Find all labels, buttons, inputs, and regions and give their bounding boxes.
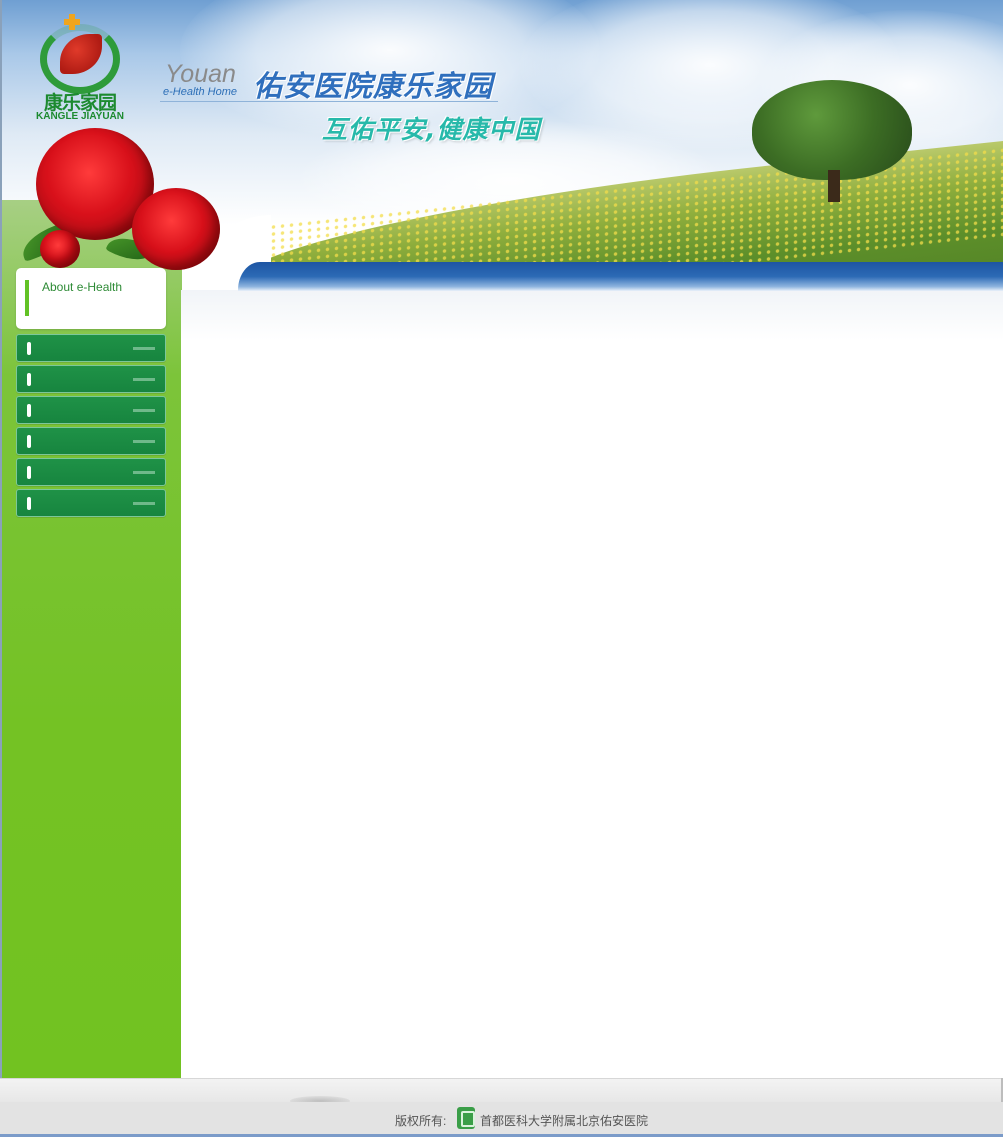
- roses-illustration: [17, 120, 230, 280]
- menu-dash-icon: [133, 440, 155, 443]
- about-ehealth-label: About e-Health: [42, 280, 123, 294]
- sidebar-menu-item-2[interactable]: [16, 365, 166, 393]
- sidebar-menu-item-4[interactable]: [16, 427, 166, 455]
- main-content: [181, 290, 1003, 1080]
- sidebar-menu-item-6[interactable]: [16, 489, 166, 517]
- sidebar-menu-item-3[interactable]: [16, 396, 166, 424]
- medical-cross-icon: [64, 14, 80, 30]
- about-ehealth-box[interactable]: About e-Health: [16, 268, 166, 329]
- site-logo[interactable]: 康乐家园 KANGLE JIAYUAN: [34, 14, 126, 122]
- footer-top-band: [0, 1078, 1003, 1102]
- copyright-hospital-name[interactable]: 首都医科大学附属北京佑安医院: [480, 1112, 648, 1129]
- menu-dash-icon: [133, 502, 155, 505]
- logo-text-en: KANGLE JIAYUAN: [36, 111, 124, 122]
- hospital-emblem-icon: [457, 1107, 475, 1129]
- menu-pip-icon: [27, 404, 31, 417]
- menu-dash-icon: [133, 471, 155, 474]
- menu-dash-icon: [133, 347, 155, 350]
- sidebar-background: [0, 200, 182, 1080]
- about-accent-bar: [25, 280, 29, 316]
- tree-illustration: [752, 80, 912, 205]
- title-underline: [160, 101, 498, 102]
- site-slogan: 互佑平安,健康中国: [322, 115, 541, 144]
- menu-pip-icon: [27, 466, 31, 479]
- content-top-fade: [181, 290, 1003, 340]
- copyright-label: 版权所有:: [395, 1114, 447, 1128]
- site-title-cn: 佑安医院康乐家园: [253, 69, 494, 103]
- menu-dash-icon: [133, 378, 155, 381]
- sidebar-menu-item-5[interactable]: [16, 458, 166, 486]
- page-left-border: [0, 0, 2, 1080]
- menu-pip-icon: [27, 373, 31, 386]
- title-ehealth-home: e-Health Home: [163, 86, 237, 98]
- sidebar-menu-item-1[interactable]: [16, 334, 166, 362]
- menu-pip-icon: [27, 497, 31, 510]
- menu-pip-icon: [27, 342, 31, 355]
- menu-dash-icon: [133, 409, 155, 412]
- title-youan: Youan: [165, 60, 236, 88]
- menu-pip-icon: [27, 435, 31, 448]
- content-blue-banner: [238, 262, 1003, 291]
